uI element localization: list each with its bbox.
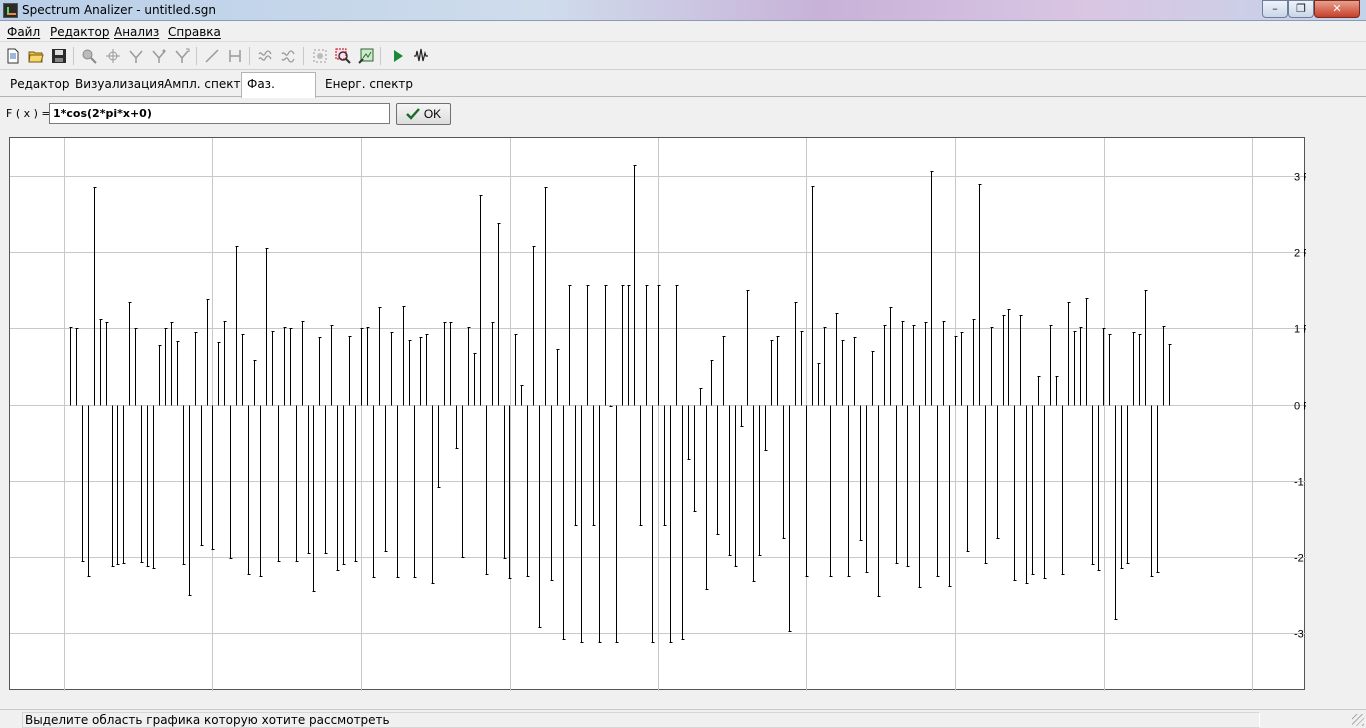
zoom-icon[interactable] — [80, 47, 98, 65]
filter3-icon[interactable] — [173, 47, 191, 65]
menu-file[interactable]: Файл — [7, 25, 40, 39]
menu-bar: Файл Редактор Анализ Справка — [0, 22, 1366, 42]
grid — [10, 138, 1306, 691]
phase-spectrum-plot[interactable]: 2,9 кГц2,925 кГц2,95 кГц2,975 кГц3 кГц3,… — [9, 137, 1306, 691]
tab-energy-spectrum[interactable]: Енерг. спектр — [321, 74, 417, 96]
tab-visualization[interactable]: Визуализация — [71, 74, 168, 96]
chart-svg[interactable]: 2,9 кГц2,925 кГц2,95 кГц2,975 кГц3 кГц3,… — [10, 138, 1306, 691]
close-button[interactable]: ✕ — [1314, 0, 1360, 18]
y-tick-label: -1 Pi — [1294, 477, 1306, 489]
resize-grip-icon[interactable] — [1352, 714, 1364, 726]
function-bar: F ( x ) = OK — [0, 101, 1366, 127]
bracket-icon[interactable] — [226, 47, 244, 65]
function-input[interactable] — [49, 103, 390, 124]
menu-analysis[interactable]: Анализ — [114, 25, 159, 39]
tab-strip: Редактор Визуализация Ампл. спектр Фаз. … — [0, 71, 1366, 113]
menu-editor[interactable]: Редактор — [50, 25, 109, 39]
tab-editor[interactable]: Редактор — [6, 74, 73, 96]
open-folder-icon[interactable] — [27, 47, 45, 65]
minimize-button[interactable]: – — [1262, 0, 1288, 18]
status-bar: Выделите область графика которую хотите … — [0, 709, 1366, 728]
tab-phase-spectrum[interactable]: Фаз. спектр — [241, 72, 316, 113]
maximize-button[interactable]: ❐ — [1288, 0, 1314, 18]
fit-icon[interactable] — [357, 47, 375, 65]
y-tick-label: -3 Pi — [1294, 629, 1306, 641]
y-tick-label: 3 Pi — [1294, 172, 1306, 184]
title-bar[interactable]: Spectrum Analizer - untitled.sgn – ❐ ✕ — [0, 0, 1366, 21]
y-tick-label: 1 Pi — [1294, 324, 1306, 336]
checkmark-icon — [405, 108, 420, 120]
app-window: Spectrum Analizer - untitled.sgn – ❐ ✕ Ф… — [0, 0, 1366, 728]
filter2-icon[interactable] — [150, 47, 168, 65]
app-icon — [3, 3, 18, 18]
y-tick-label: -2 Pi — [1294, 553, 1306, 565]
crosshair-icon[interactable] — [104, 47, 122, 65]
wave-transform2-icon[interactable] — [280, 47, 298, 65]
menu-help[interactable]: Справка — [168, 25, 221, 39]
ok-button[interactable]: OK — [396, 103, 451, 125]
filter-icon[interactable] — [127, 47, 145, 65]
toolbar — [0, 43, 1366, 70]
play-icon[interactable] — [389, 47, 407, 65]
zoom-area-icon[interactable] — [334, 47, 352, 65]
select-area-icon[interactable] — [311, 47, 329, 65]
save-icon[interactable] — [50, 47, 68, 65]
y-tick-label: 0 Pi — [1294, 401, 1306, 413]
function-label: F ( x ) = — [6, 107, 51, 120]
status-text: Выделите область графика которую хотите … — [22, 712, 1260, 728]
ok-label: OK — [423, 107, 442, 121]
line-icon[interactable] — [203, 47, 221, 65]
phase-bars — [69, 165, 1172, 643]
new-file-icon[interactable] — [4, 47, 22, 65]
waveform-icon[interactable] — [412, 47, 430, 65]
wave-transform-icon[interactable] — [257, 47, 275, 65]
window-title: Spectrum Analizer - untitled.sgn — [22, 3, 216, 17]
y-tick-label: 2 Pi — [1294, 248, 1306, 260]
tab-amplitude-spectrum[interactable]: Ампл. спектр — [160, 74, 252, 96]
y-tick-labels: 3 Pi 2 Pi 1 Pi 0 Pi -1 Pi -2 Pi -3 Pi — [1294, 172, 1306, 641]
